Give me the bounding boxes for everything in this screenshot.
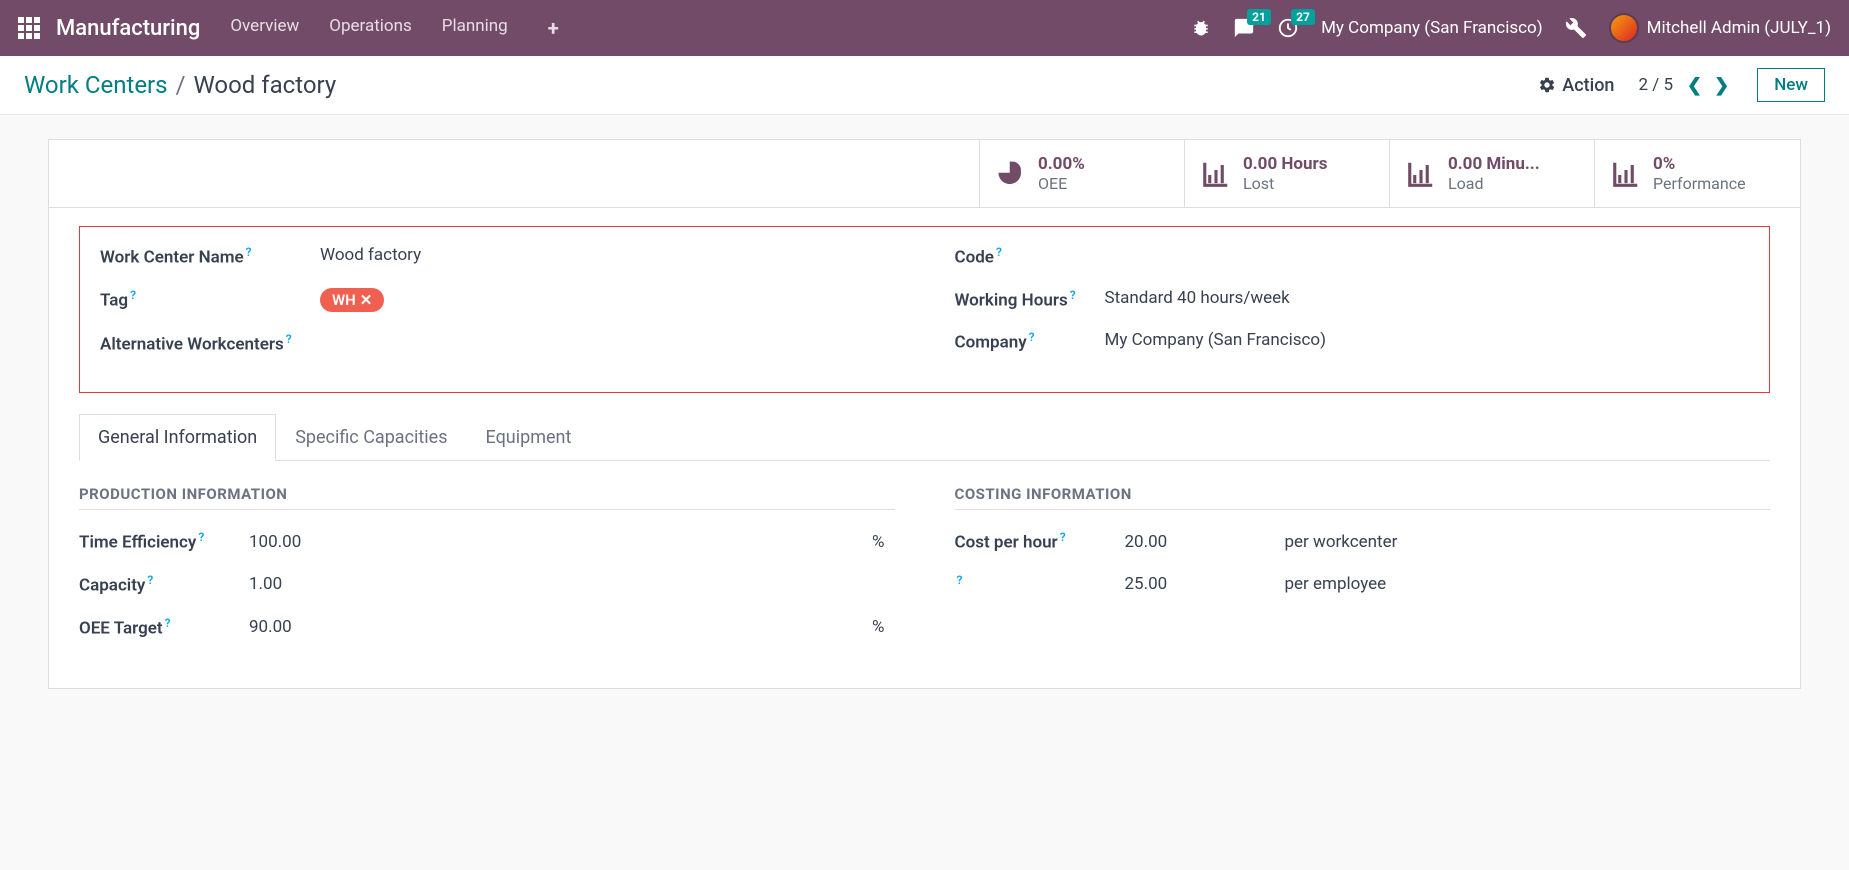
tabs: General Information Specific Capacities … <box>79 413 1770 461</box>
action-button[interactable]: Action <box>1538 75 1614 96</box>
label-tag: Tag? <box>100 288 320 311</box>
close-icon[interactable]: ✕ <box>360 291 373 309</box>
label-name: Work Center Name? <box>100 245 320 268</box>
tab-general[interactable]: General Information <box>79 414 276 461</box>
field-hours[interactable]: Standard 40 hours/week <box>1105 288 1290 308</box>
label-cost-hour: Cost per hour? <box>955 530 1125 553</box>
label-capacity: Capacity? <box>79 573 249 596</box>
help-icon[interactable]: ? <box>996 245 1002 259</box>
activities-icon[interactable]: 27 <box>1277 17 1299 39</box>
label-cost-employee: ? <box>955 573 1125 596</box>
help-icon[interactable]: ? <box>130 288 136 302</box>
field-company[interactable]: My Company (San Francisco) <box>1105 330 1327 350</box>
messages-badge: 21 <box>1247 9 1271 25</box>
control-bar: Work Centers / Wood factory Action 2 / 5… <box>0 56 1849 115</box>
field-tag[interactable]: WH ✕ <box>320 288 384 312</box>
stat-oee[interactable]: 0.00%OEE <box>980 140 1185 207</box>
field-cost-employee[interactable]: 25.00 <box>1125 574 1245 594</box>
tab-equipment[interactable]: Equipment <box>467 414 591 461</box>
nav-overview[interactable]: Overview <box>230 16 299 40</box>
breadcrumb: Work Centers / Wood factory <box>24 71 336 99</box>
help-icon[interactable]: ? <box>286 332 292 346</box>
help-icon[interactable]: ? <box>165 616 171 630</box>
user-menu[interactable]: Mitchell Admin (JULY_1) <box>1609 13 1831 43</box>
apps-icon[interactable] <box>18 17 40 39</box>
help-icon[interactable]: ? <box>198 530 204 544</box>
new-button[interactable]: New <box>1757 68 1825 102</box>
help-icon[interactable]: ? <box>957 573 963 587</box>
field-time-efficiency[interactable]: 100.00 <box>249 532 369 552</box>
help-icon[interactable]: ? <box>246 245 252 259</box>
avatar <box>1609 13 1639 43</box>
form-sheet: 0.00%OEE 0.00 HoursLost 0.00 Minu...Load… <box>48 139 1801 689</box>
label-alt-workcenters: Alternative Workcenters? <box>100 332 320 355</box>
app-title: Manufacturing <box>56 16 200 41</box>
help-icon[interactable]: ? <box>147 573 153 587</box>
tag-pill[interactable]: WH ✕ <box>320 288 384 312</box>
messages-icon[interactable]: 21 <box>1233 17 1255 39</box>
pager-prev[interactable]: ❮ <box>1683 75 1706 96</box>
tab-capacities[interactable]: Specific Capacities <box>276 414 466 461</box>
field-name[interactable]: Wood factory <box>320 245 421 265</box>
field-capacity[interactable]: 1.00 <box>249 574 369 594</box>
company-selector[interactable]: My Company (San Francisco) <box>1321 18 1543 38</box>
top-navbar: Manufacturing Overview Operations Planni… <box>0 0 1849 56</box>
bar-icon <box>1201 159 1231 189</box>
nav-add[interactable]: + <box>548 16 559 40</box>
activities-badge: 27 <box>1291 9 1315 25</box>
nav-planning[interactable]: Planning <box>442 16 508 40</box>
section-title-costing: COSTING INFORMATION <box>955 485 1771 510</box>
label-company: Company? <box>955 330 1105 353</box>
field-oee-target[interactable]: 90.00 <box>249 617 369 637</box>
user-name: Mitchell Admin (JULY_1) <box>1647 18 1831 38</box>
tools-icon[interactable] <box>1565 17 1587 39</box>
debug-icon[interactable] <box>1191 18 1211 38</box>
label-hours: Working Hours? <box>955 288 1105 311</box>
breadcrumb-parent[interactable]: Work Centers <box>24 71 168 99</box>
field-cost-hour[interactable]: 20.00 <box>1125 532 1245 552</box>
nav-operations[interactable]: Operations <box>329 16 412 40</box>
help-icon[interactable]: ? <box>1029 330 1035 344</box>
stat-performance[interactable]: 0%Performance <box>1595 140 1800 207</box>
label-time-efficiency: Time Efficiency? <box>79 530 249 553</box>
help-icon[interactable]: ? <box>1060 530 1066 544</box>
pager-next[interactable]: ❯ <box>1710 75 1733 96</box>
label-code: Code? <box>955 245 1105 268</box>
bar-icon <box>1406 159 1436 189</box>
bar-icon <box>1611 159 1641 189</box>
main-fields-highlight: Work Center Name? Wood factory Tag? WH ✕… <box>79 226 1770 393</box>
stat-load[interactable]: 0.00 Minu...Load <box>1390 140 1595 207</box>
gear-icon <box>1538 76 1556 94</box>
breadcrumb-current: Wood factory <box>193 71 336 99</box>
pager: 2 / 5 ❮ ❯ <box>1638 75 1733 96</box>
help-icon[interactable]: ? <box>1070 288 1076 302</box>
pie-icon <box>996 159 1026 189</box>
stat-lost[interactable]: 0.00 HoursLost <box>1185 140 1390 207</box>
section-title-production: PRODUCTION INFORMATION <box>79 485 895 510</box>
label-oee-target: OEE Target? <box>79 616 249 639</box>
